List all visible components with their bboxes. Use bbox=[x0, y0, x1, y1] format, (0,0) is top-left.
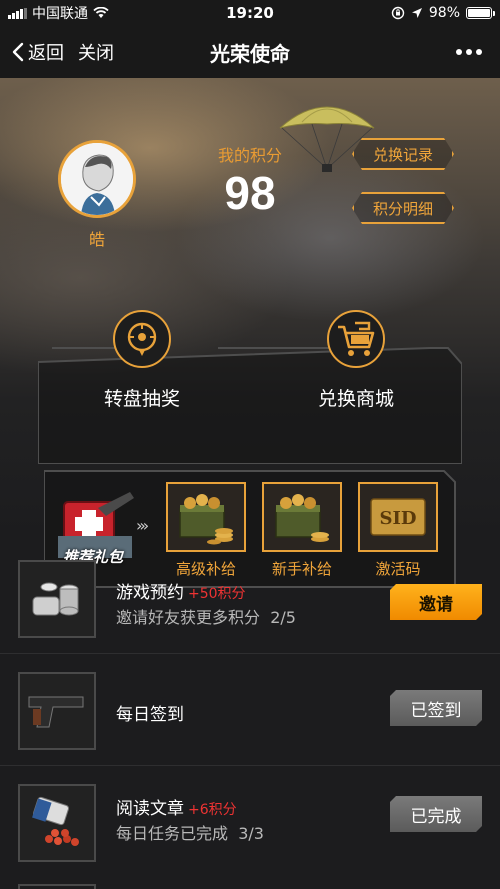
task-title-text: 阅读文章 bbox=[116, 799, 184, 819]
arrows-icon: ››› bbox=[136, 516, 149, 535]
more-dots-icon[interactable] bbox=[450, 43, 488, 61]
next-task-row-edge bbox=[0, 876, 500, 889]
wifi-icon bbox=[93, 7, 109, 18]
nav-bar: 返回 关闭 光荣使命 bbox=[0, 26, 500, 78]
hero-section: 皓 我的积分 98 兑换记录 积分明细 转盘抽奖 兑换商城 推荐礼包 ››› 高… bbox=[0, 78, 500, 588]
task-title: 阅读文章 +6积分 bbox=[116, 794, 237, 819]
invite-button[interactable]: 邀请 bbox=[390, 584, 482, 620]
task-subtitle-text: 每日任务已完成 bbox=[116, 824, 229, 843]
lottery-wheel-icon bbox=[113, 310, 171, 368]
task-progress: 2/5 bbox=[270, 608, 296, 627]
avatar-portrait-icon bbox=[61, 143, 133, 215]
points-detail-button[interactable]: 积分明细 bbox=[352, 192, 454, 224]
task-title: 每日签到 bbox=[116, 700, 188, 725]
task-progress: 3/3 bbox=[238, 824, 264, 843]
back-button[interactable]: 返回 bbox=[12, 39, 64, 65]
task-title-text: 每日签到 bbox=[116, 705, 184, 725]
carrier-name: 中国联通 bbox=[32, 6, 88, 22]
task-row: 每日签到 已签到 bbox=[0, 654, 500, 766]
pistol-icon bbox=[18, 672, 96, 750]
task-subtitle: 每日任务已完成 3/3 bbox=[116, 820, 264, 844]
task-bonus: +6积分 bbox=[188, 802, 237, 818]
exchange-record-button[interactable]: 兑换记录 bbox=[352, 138, 454, 170]
status-right: 98% bbox=[391, 5, 495, 21]
battery-icon bbox=[466, 7, 495, 19]
coin-stacks-icon bbox=[18, 560, 96, 638]
task-row: 游戏预约 +50积分 邀请好友获更多积分 2/5 邀请 bbox=[0, 542, 500, 654]
close-button[interactable]: 关闭 bbox=[78, 39, 114, 65]
svg-text:SID: SID bbox=[379, 508, 416, 529]
pill-bottle-icon bbox=[18, 784, 96, 862]
exchange-mall-feature[interactable]: 兑换商城 bbox=[286, 310, 426, 411]
points-value: 98 bbox=[224, 167, 276, 219]
task-subtitle-text: 邀请好友获更多积分 bbox=[116, 608, 261, 627]
avatar[interactable] bbox=[58, 140, 136, 218]
lottery-wheel-label: 转盘抽奖 bbox=[103, 388, 180, 410]
feature-panel: 转盘抽奖 兑换商城 bbox=[38, 310, 462, 464]
task-row: 阅读文章 +6积分 每日任务已完成 3/3 已完成 bbox=[0, 766, 500, 878]
user-name: 皓 bbox=[88, 230, 105, 249]
lottery-wheel-feature[interactable]: 转盘抽奖 bbox=[72, 310, 212, 411]
task-title: 游戏预约 +50积分 bbox=[116, 578, 246, 603]
chevron-left-icon bbox=[12, 42, 24, 62]
battery-level bbox=[468, 9, 490, 17]
battery-percent: 98% bbox=[428, 5, 460, 21]
task-subtitle: 邀请好友获更多积分 2/5 bbox=[116, 604, 296, 628]
status-bar: 中国联通 19:20 98% bbox=[0, 0, 500, 26]
page-title: 光荣使命 bbox=[210, 41, 290, 66]
lock-rotation-icon bbox=[391, 6, 405, 20]
completed-button[interactable]: 已完成 bbox=[390, 796, 482, 832]
signed-in-button[interactable]: 已签到 bbox=[390, 690, 482, 726]
task-title-text: 游戏预约 bbox=[116, 583, 184, 603]
signal-icon bbox=[8, 7, 27, 19]
shopping-cart-icon bbox=[327, 310, 385, 368]
location-icon bbox=[411, 8, 422, 18]
points-label: 我的积分 bbox=[217, 146, 282, 165]
task-bonus: +50积分 bbox=[188, 586, 246, 602]
exchange-mall-label: 兑换商城 bbox=[317, 388, 394, 410]
status-left: 中国联通 bbox=[8, 3, 109, 23]
back-label: 返回 bbox=[28, 43, 64, 64]
